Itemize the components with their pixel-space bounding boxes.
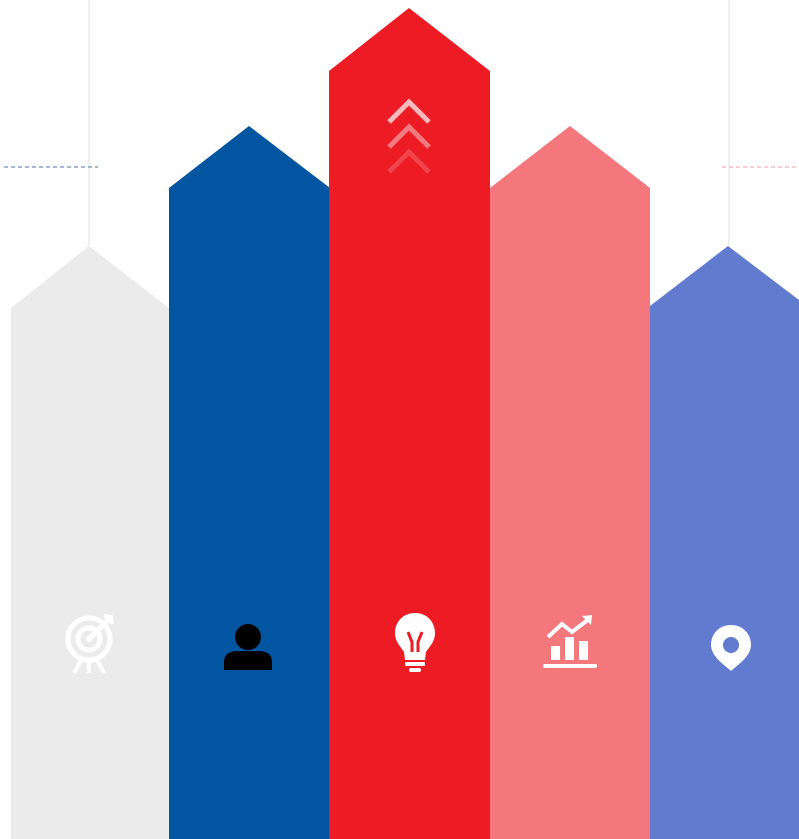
arrow-idea — [329, 8, 490, 839]
arrow-person — [169, 126, 330, 839]
arrow-target — [11, 246, 169, 839]
arrow-location — [650, 246, 799, 839]
infographic-canvas — [0, 0, 799, 839]
arrow-growth — [490, 126, 650, 839]
arrows-infographic — [4, 0, 799, 839]
